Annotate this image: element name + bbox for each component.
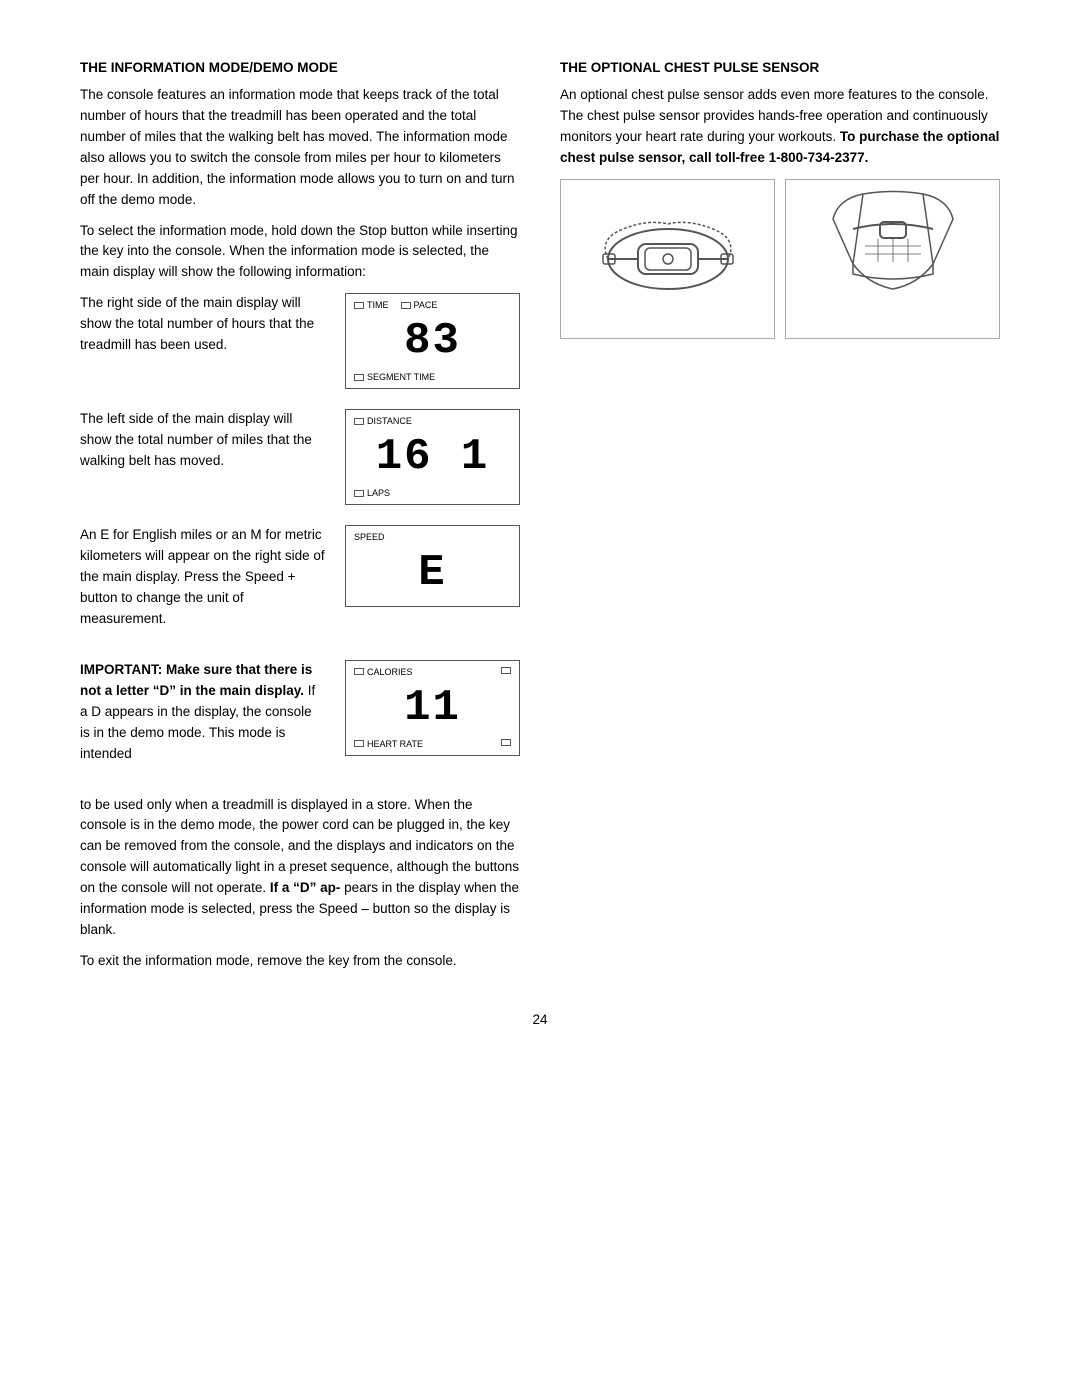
display-box-4: CALORIES 11 HEART RATE [345,660,520,756]
display2-distance-label: DISTANCE [354,416,412,426]
right-column: THE OPTIONAL CHEST PULSE SENSOR An optio… [560,60,1000,982]
display-row-1: The right side of the main display will … [80,293,520,389]
display3-speed-text: SPEED [354,532,385,542]
display1-segment-label: SEGMENT TIME [354,372,511,382]
display2-bottom-labels: LAPS [354,488,511,498]
display4-calories-label: CALORIES [354,667,413,677]
display1-number: 83 [354,314,511,368]
display4-number: 11 [354,681,511,735]
display3-text: An E for English miles or an M for metri… [80,525,325,630]
display1-segment-rect [354,374,364,381]
display-row-4: IMPORTANT: Make sure that there is not a… [80,660,520,775]
display1-text: The right side of the main display will … [80,293,325,356]
display1-bottom-labels: SEGMENT TIME [354,372,511,382]
person-with-sensor-image [785,179,1000,339]
bottom-para-3: To exit the information mode, remove the… [80,951,520,972]
display4-heartrate-label: HEART RATE [354,739,423,749]
bottom-bold-inline: If a “D” ap- [270,880,341,895]
display1-time-rect [354,302,364,309]
display2-laps-label: LAPS [354,488,511,498]
display-row-3: An E for English miles or an M for metri… [80,525,520,640]
chest-sensor-svg [583,184,753,334]
display4-top-labels: CALORIES [354,667,511,677]
display3-number: E [354,546,511,600]
bottom-section: to be used only when a treadmill is disp… [80,795,520,972]
display1-time-text: TIME [367,300,389,310]
display4-text: IMPORTANT: Make sure that there is not a… [80,660,325,765]
display2-laps-text: LAPS [367,488,390,498]
display4-top-right-rect [501,667,511,674]
person-sensor-svg [808,184,978,334]
important-bold: IMPORTANT: Make sure that there is not a… [80,662,312,698]
display-box-1: TIME PACE 83 SEGMENT TIME [345,293,520,389]
display1-pace-text: PACE [414,300,438,310]
right-para: An optional chest pulse sensor adds even… [560,85,1000,169]
display2-top-labels: DISTANCE [354,416,511,426]
display1-pace-label: PACE [401,300,438,310]
left-heading: THE INFORMATION MODE/DEMO MODE [80,60,520,75]
chest-sensor-image [560,179,775,339]
bottom-para-1: to be used only when a treadmill is disp… [80,795,520,941]
display1-segment-text: SEGMENT TIME [367,372,435,382]
display2-distance-text: DISTANCE [367,416,412,426]
display2-laps-rect [354,490,364,497]
left-para-1: The console features an information mode… [80,85,520,211]
display4-heartrate-rect [354,740,364,747]
page-content: THE INFORMATION MODE/DEMO MODE The conso… [80,60,1000,1027]
display4-calories-text: CALORIES [367,667,413,677]
right-heading: THE OPTIONAL CHEST PULSE SENSOR [560,60,1000,75]
display1-time-label: TIME [354,300,389,310]
display4-bottom-labels: HEART RATE [354,739,511,749]
display3-top-labels: SPEED [354,532,511,542]
left-para-2: To select the information mode, hold dow… [80,221,520,284]
two-column-layout: THE INFORMATION MODE/DEMO MODE The conso… [80,60,1000,982]
chest-images [560,179,1000,339]
display2-number: 16 1 [354,430,511,484]
display1-top-labels: TIME PACE [354,300,511,310]
display4-bottom-right-rect [501,739,511,746]
page-number: 24 [80,1012,1000,1027]
display4-calories-rect [354,668,364,675]
display2-text: The left side of the main display will s… [80,409,325,472]
display-box-3: SPEED E [345,525,520,607]
display3-speed-label: SPEED [354,532,385,542]
display2-distance-rect [354,418,364,425]
left-column: THE INFORMATION MODE/DEMO MODE The conso… [80,60,520,982]
display-box-2: DISTANCE 16 1 LAPS [345,409,520,505]
display1-pace-rect [401,302,411,309]
display-row-2: The left side of the main display will s… [80,409,520,505]
display4-heartrate-text: HEART RATE [367,739,423,749]
